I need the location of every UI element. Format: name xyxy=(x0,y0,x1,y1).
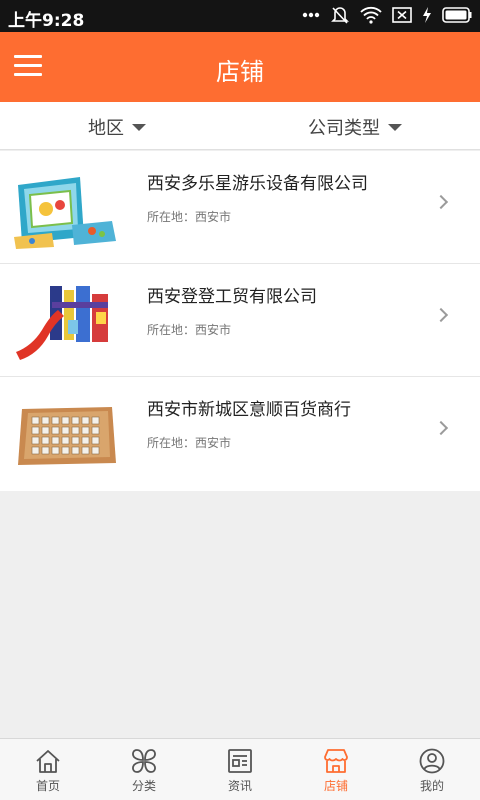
shop-list-item[interactable]: 西安多乐星游乐设备有限公司 所在地：西安市 xyxy=(0,151,480,264)
tab-profile[interactable]: 我的 xyxy=(384,739,480,800)
chevron-right-icon xyxy=(433,307,449,323)
status-time: 上午9:28 xyxy=(8,11,85,31)
chevron-right-icon xyxy=(433,420,449,436)
charging-icon xyxy=(422,7,432,23)
status-bar: 上午9:28 xyxy=(0,0,480,32)
shop-thumbnail-board-game-box xyxy=(14,177,116,249)
tab-label: 分类 xyxy=(131,779,156,793)
company-type-filter-dropdown[interactable]: 公司类型 xyxy=(308,114,402,140)
shop-location: 所在地：西安市 xyxy=(147,436,232,450)
tab-home[interactable]: 首页 xyxy=(0,739,96,800)
wifi-icon xyxy=(360,6,382,24)
shop-name: 西安市新城区意顺百货商行 xyxy=(147,400,351,420)
shop-icon xyxy=(324,749,348,773)
shop-location: 所在地：西安市 xyxy=(147,323,232,337)
tab-news[interactable]: 资讯 xyxy=(192,739,288,800)
tab-label: 资讯 xyxy=(227,779,252,793)
page-title: 店铺 xyxy=(216,58,264,86)
status-icons xyxy=(302,5,472,25)
tab-category[interactable]: 分类 xyxy=(96,739,192,800)
tab-label: 首页 xyxy=(35,779,60,793)
shop-location: 所在地：西安市 xyxy=(147,210,232,224)
shop-thumbnail-playground-slide xyxy=(16,286,108,360)
profile-icon xyxy=(419,748,445,774)
app-bar: 店铺 xyxy=(0,32,480,102)
shop-list-item[interactable]: 西安市新城区意顺百货商行 所在地：西安市 xyxy=(0,377,480,491)
shop-list: 西安多乐星游乐设备有限公司 所在地：西安市 西安登登工贸有限公司 所在地：西安市 xyxy=(0,151,480,491)
sim-icon xyxy=(392,7,412,23)
shop-name: 西安登登工贸有限公司 xyxy=(147,287,317,307)
shop-name: 西安多乐星游乐设备有限公司 xyxy=(147,174,368,194)
tab-label: 店铺 xyxy=(323,779,348,793)
shop-list-item[interactable]: 西安登登工贸有限公司 所在地：西安市 xyxy=(0,264,480,377)
dots-icon xyxy=(302,12,320,18)
bottom-tab-bar: 首页 分类 资讯 店铺 我的 xyxy=(0,738,480,800)
mute-icon xyxy=(330,5,350,25)
home-icon xyxy=(36,750,60,773)
category-icon xyxy=(132,749,156,773)
news-icon xyxy=(228,749,252,773)
chevron-right-icon xyxy=(433,194,449,210)
filter-bar: 地区 公司类型 xyxy=(0,102,480,150)
region-filter-dropdown[interactable]: 地区 xyxy=(88,114,146,140)
tab-shop[interactable]: 店铺 xyxy=(288,739,384,800)
tab-label: 我的 xyxy=(419,779,444,793)
caret-down-icon xyxy=(132,123,146,131)
region-filter-label: 地区 xyxy=(88,118,124,139)
caret-down-icon xyxy=(388,123,402,131)
shop-thumbnail-wooden-dice-board xyxy=(18,407,116,465)
company-type-filter-label: 公司类型 xyxy=(308,118,380,139)
battery-icon xyxy=(442,7,472,23)
